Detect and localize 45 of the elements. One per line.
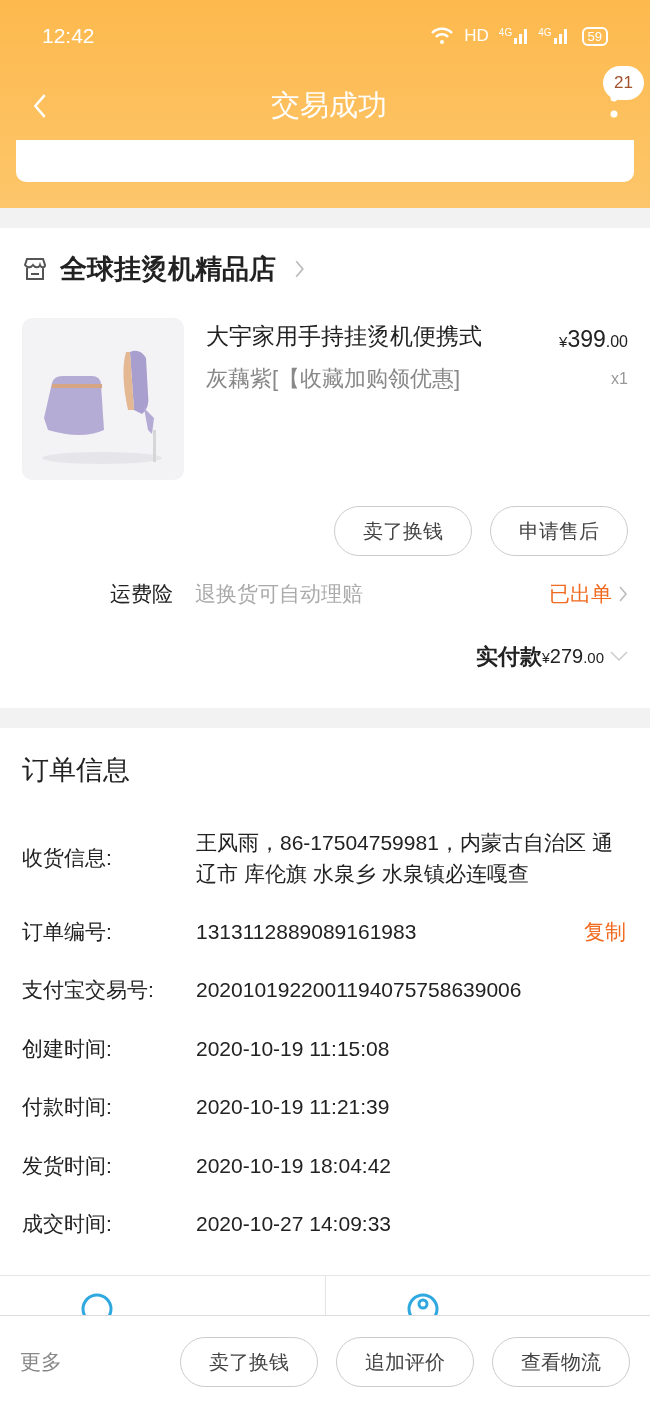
product-price: ¥399.00 bbox=[559, 325, 628, 354]
product-quantity: x1 bbox=[611, 368, 628, 389]
section-title: 订单信息 bbox=[22, 754, 131, 787]
product-title[interactable]: 大宇家用手持挂烫机便携式 bbox=[206, 320, 538, 352]
field-value: 王风雨，86-17504759981，内蒙古自治区 通辽市 库伦旗 水泉乡 水泉镇必连嘎查 bbox=[196, 829, 614, 887]
network-type: 4G bbox=[498, 28, 513, 38]
action-button[interactable]: 卖了换钱 bbox=[180, 1337, 318, 1387]
field-label: 创建时间: bbox=[22, 1035, 113, 1062]
insurance-label: 运费险 bbox=[110, 581, 173, 607]
network-type: 4G bbox=[538, 28, 552, 38]
more-button[interactable]: 更多 bbox=[20, 1346, 62, 1378]
chevron-icon bbox=[294, 259, 305, 279]
total-label: 实付款 bbox=[475, 642, 542, 671]
field-value: 2020-10-19 18:04:42 bbox=[196, 1152, 392, 1179]
status-time: 12:42 bbox=[42, 23, 95, 50]
field-value: 2020-10-27 14:09:33 bbox=[196, 1211, 392, 1238]
field-value: 1313112889089161983 bbox=[196, 918, 418, 945]
product-variant: 灰藕紫[【收藏加购领优惠] bbox=[206, 365, 462, 393]
action-button[interactable]: 卖了换钱 bbox=[334, 506, 472, 556]
back-icon bbox=[32, 92, 48, 120]
field-label: 收货信息: bbox=[22, 844, 113, 871]
action-button[interactable]: 追加评价 bbox=[336, 1337, 474, 1387]
expand-icon[interactable] bbox=[610, 651, 628, 661]
field-label: 订单编号: bbox=[22, 918, 113, 945]
total-amount: ¥279.00 bbox=[541, 644, 604, 667]
shop-icon bbox=[22, 257, 48, 281]
shop-name[interactable]: 全球挂烫机精品店 bbox=[60, 248, 276, 290]
network-label: HD bbox=[464, 25, 489, 48]
field-label: 支付宝交易号: bbox=[22, 977, 155, 1003]
battery-indicator: 59 bbox=[581, 26, 608, 46]
page-title: 交易成功 bbox=[270, 88, 388, 124]
field-label: 发货时间: bbox=[22, 1152, 113, 1179]
action-button[interactable]: 查看物流 bbox=[492, 1337, 630, 1387]
chevron-icon bbox=[618, 584, 628, 603]
field-value: 2020101922001194075758639006 bbox=[196, 977, 523, 1004]
notification-badge: 21 bbox=[603, 66, 644, 100]
field-label: 成交时间: bbox=[22, 1211, 113, 1237]
insurance-description: 退换货可自动理赔 bbox=[195, 581, 364, 607]
wifi-icon bbox=[430, 27, 455, 45]
action-button[interactable]: 申请售后 bbox=[490, 506, 628, 556]
field-value: 2020-10-19 11:15:08 bbox=[196, 1035, 391, 1062]
signal-icon bbox=[553, 28, 568, 44]
signal-icon bbox=[514, 28, 529, 44]
field-value: 2020-10-19 11:21:39 bbox=[196, 1094, 391, 1121]
field-label: 付款时间: bbox=[22, 1094, 113, 1120]
